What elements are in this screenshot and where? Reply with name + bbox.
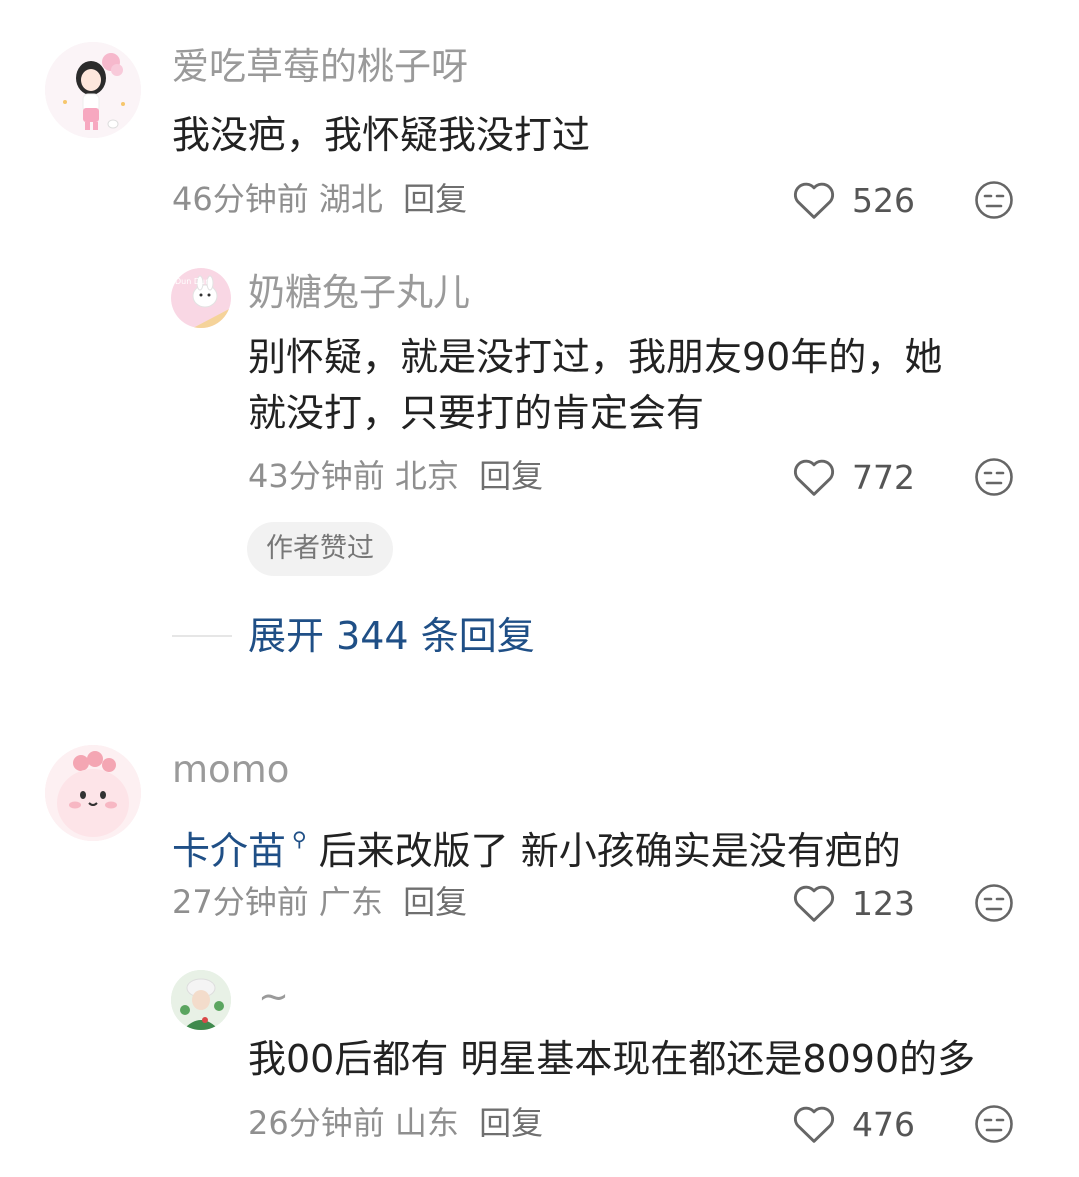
keyword-link[interactable]: 卡介苗 <box>172 829 286 873</box>
search-icon[interactable]: ⚲ <box>292 827 307 851</box>
heart-outline-icon <box>793 1106 835 1143</box>
reply-location: 山东 <box>394 1104 459 1142</box>
reply-button[interactable]: 回复 <box>479 1104 543 1142</box>
reply-button[interactable]: 回复 <box>479 457 543 495</box>
neutral-face-icon <box>975 458 1013 496</box>
reply-content: 我00后都有 明星基本现在都还是8090的多 <box>248 1037 976 1081</box>
comment-meta: 27分钟前 广东 回复 <box>172 886 467 918</box>
heart-outline-icon <box>793 885 835 922</box>
avatar[interactable]: Dun Dun <box>171 268 231 328</box>
comment-content: 卡介苗 ⚲ 后来改版了 新小孩确实是没有疤的 <box>172 811 901 880</box>
reply-username[interactable]: 奶糖兔子丸儿 <box>248 274 470 311</box>
avatar-person-green-icon <box>171 970 231 1030</box>
comment-meta: 46分钟前 湖北 回复 <box>172 183 467 215</box>
avatar-cartoon-bunny-icon: Dun Dun <box>171 268 231 328</box>
avatar[interactable] <box>45 42 141 138</box>
neutral-face-icon <box>975 884 1013 922</box>
reply-time: 43分钟前 <box>248 457 385 495</box>
neutral-face-icon <box>975 181 1013 219</box>
comment-time: 27分钟前 <box>172 883 309 921</box>
like-button[interactable]: 123 <box>792 883 915 923</box>
avatar-girl-illustration-icon <box>45 42 141 138</box>
comment-location: 湖北 <box>318 180 383 218</box>
reply-meta: 43分钟前 北京 回复 <box>248 460 543 492</box>
reply-username[interactable]: ~ <box>258 978 289 1015</box>
like-count: 123 <box>852 883 915 923</box>
comment-username[interactable]: 爱吃草莓的桃子呀 <box>172 48 468 85</box>
reply-button[interactable]: 回复 <box>403 883 467 921</box>
comment-time: 46分钟前 <box>172 180 309 218</box>
like-count: 772 <box>852 457 915 497</box>
comment-content: 我没疤，我怀疑我没打过 <box>172 113 591 157</box>
avatar-pink-blob-icon <box>45 745 141 841</box>
avatar-text: Dun Dun <box>175 277 210 286</box>
neutral-face-icon <box>975 1105 1013 1143</box>
heart-outline-icon <box>793 182 835 219</box>
reply-content-line-2: 就没打，只要打的肯定会有 <box>248 391 705 435</box>
comment-list: 爱吃草莓的桃子呀 我没疤，我怀疑我没打过 46分钟前 湖北 回复 526 Dun… <box>0 0 1079 1177</box>
like-button[interactable]: 476 <box>792 1104 915 1144</box>
dislike-button[interactable] <box>974 1104 1014 1144</box>
reply-time: 26分钟前 <box>248 1104 385 1142</box>
avatar[interactable] <box>171 970 231 1030</box>
comment-location: 广东 <box>318 883 383 921</box>
avatar[interactable] <box>45 745 141 841</box>
like-count: 476 <box>852 1104 915 1144</box>
like-count: 526 <box>852 180 915 220</box>
author-liked-badge: 作者赞过 <box>247 522 393 576</box>
comment-username[interactable]: momo <box>172 751 289 788</box>
reply-meta: 26分钟前 山东 回复 <box>248 1107 543 1139</box>
dislike-button[interactable] <box>974 457 1014 497</box>
reply-content-line-1: 别怀疑，就是没打过，我朋友90年的，她 <box>248 335 943 379</box>
expand-divider <box>172 635 232 637</box>
expand-replies-button[interactable]: 展开 344 条回复 <box>248 617 535 655</box>
like-button[interactable]: 526 <box>792 180 915 220</box>
like-button[interactable]: 772 <box>792 457 915 497</box>
heart-outline-icon <box>793 459 835 496</box>
dislike-button[interactable] <box>974 883 1014 923</box>
reply-location: 北京 <box>394 457 459 495</box>
dislike-button[interactable] <box>974 180 1014 220</box>
comment-content-text: 后来改版了 新小孩确实是没有疤的 <box>318 829 901 873</box>
reply-button[interactable]: 回复 <box>403 180 467 218</box>
